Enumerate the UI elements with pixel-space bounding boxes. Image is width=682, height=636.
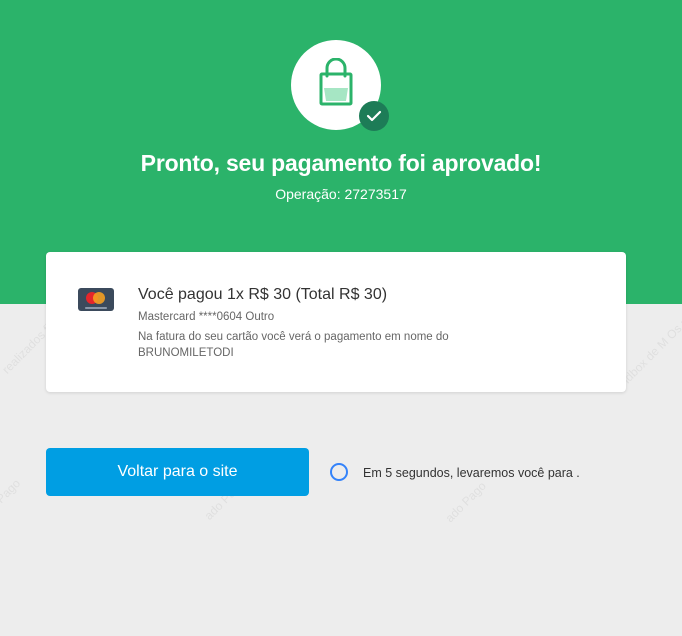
page-title: Pronto, seu pagamento foi aprovado!	[140, 150, 542, 176]
redirect-timer-icon	[330, 463, 348, 481]
operation-number: Operação: 27273517	[275, 186, 407, 202]
check-icon	[366, 110, 382, 122]
shopping-bag-icon	[319, 58, 353, 106]
payment-summary-card: Você pagou 1x R$ 30 (Total R$ 30) Master…	[46, 252, 626, 392]
back-to-site-button[interactable]: Voltar para o site	[46, 448, 309, 496]
watermark: do Pago	[0, 476, 24, 518]
watermark: ado Pago	[442, 478, 489, 526]
check-badge	[359, 101, 389, 131]
statement-note: Na fatura do seu cartão você verá o paga…	[138, 331, 449, 359]
payment-amount: Você pagou 1x R$ 30 (Total R$ 30)	[138, 286, 388, 303]
redirect-countdown-text: Em 5 segundos, levaremos você para .	[363, 466, 580, 480]
card-info: Mastercard ****0604 Outro	[138, 311, 275, 323]
mastercard-icon	[78, 288, 114, 311]
